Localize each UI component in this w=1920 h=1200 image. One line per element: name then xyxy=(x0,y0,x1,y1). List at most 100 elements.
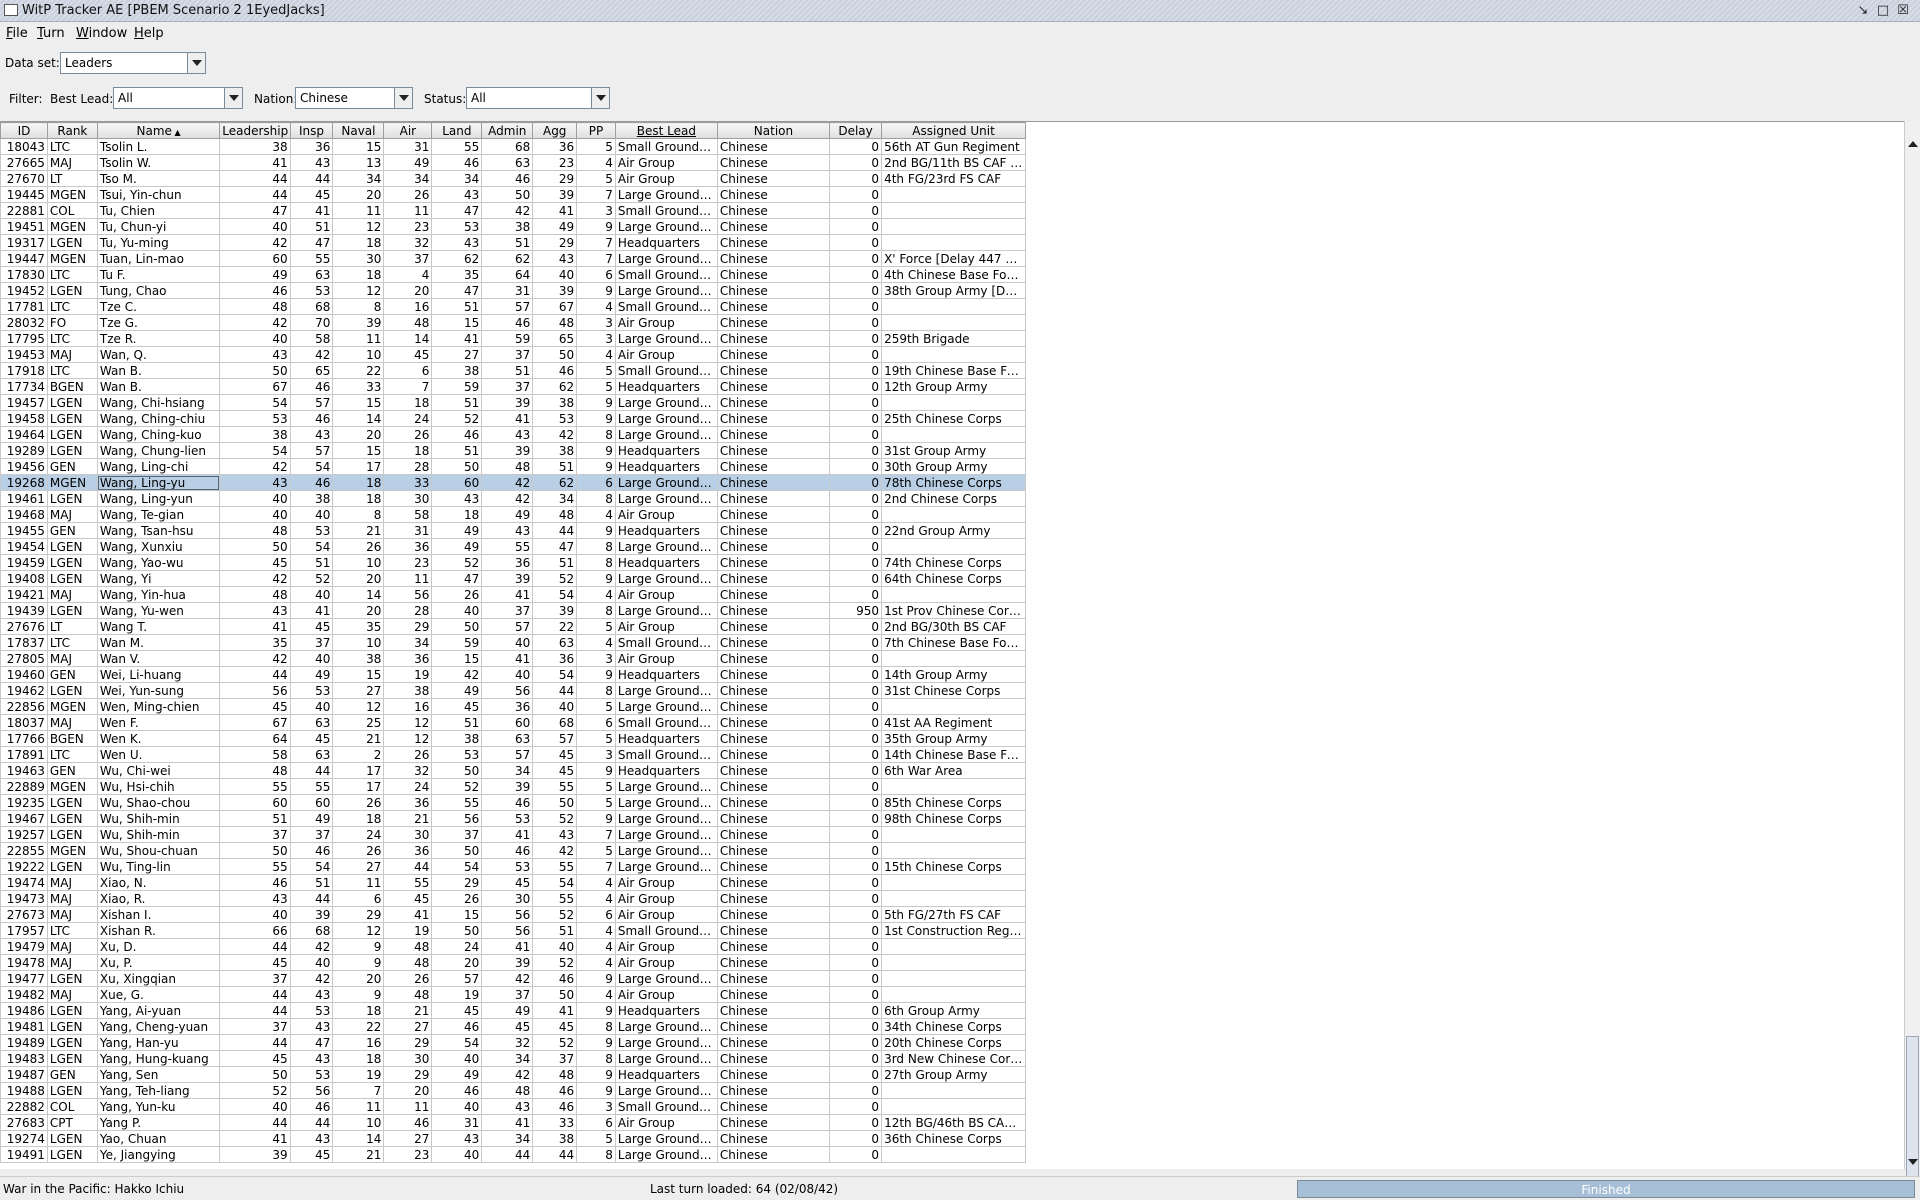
table-row[interactable]: 19268 MGEN Wang, Ling-yu 43 46 18 33 60 42 62 6 Lar… xyxy=(0,474,1026,491)
table-row[interactable]: 19222 LGEN Wu, Ting-lin 55 54 27 44 54 53 55 7 Larg… xyxy=(0,858,1026,875)
column-header-land[interactable]: Land xyxy=(431,122,483,139)
cell-name: Wang, Yin-hua xyxy=(96,586,221,603)
table-row[interactable]: 17918 LTC Wan B. 50 65 22 6 38 51 46 5 Small Ground… xyxy=(0,362,1026,379)
table-row[interactable]: 19468 MAJ Wang, Te-gian 40 40 8 58 18 49 48 4 Air G… xyxy=(0,506,1026,523)
table-row[interactable]: 22889 MGEN Wu, Hsi-chih 55 55 17 24 52 39 55 5 Larg… xyxy=(0,778,1026,795)
table-row[interactable]: 27670 LT Tso M. 44 44 34 34 34 46 29 5 Air Group Chi… xyxy=(0,170,1026,187)
table-row[interactable]: 17795 LTC Tze R. 40 58 11 14 41 59 65 3 Large Groun… xyxy=(0,330,1026,347)
table-row[interactable]: 19473 MAJ Xiao, R. 43 44 6 45 26 30 55 4 Air Group C… xyxy=(0,890,1026,907)
table-row[interactable]: 19452 LGEN Tung, Chao 46 53 12 20 47 31 39 9 Large … xyxy=(0,282,1026,299)
status-select[interactable]: All xyxy=(466,87,610,109)
table-row[interactable]: 19457 LGEN Wang, Chi-hsiang 54 57 15 18 51 39 38 9… xyxy=(0,394,1026,411)
menu-turn[interactable]: Turn xyxy=(37,26,65,41)
table-row[interactable]: 19289 LGEN Wang, Chung-lien 54 57 15 18 51 39 38 9… xyxy=(0,442,1026,459)
table-row[interactable]: 17837 LTC Wan M. 35 37 10 34 59 40 63 4 Small Groun… xyxy=(0,634,1026,651)
table-row[interactable]: 19460 GEN Wei, Li-huang 44 49 15 19 42 40 54 9 Head… xyxy=(0,666,1026,683)
chevron-down-icon[interactable] xyxy=(394,88,412,108)
menu-window[interactable]: Window xyxy=(76,26,127,41)
table-row[interactable]: 17781 LTC Tze C. 48 68 8 16 51 57 67 4 Small Ground… xyxy=(0,298,1026,315)
table-row[interactable]: 19478 MAJ Xu, P. 45 40 9 48 20 39 52 4 Air Group Chi… xyxy=(0,954,1026,971)
table-row[interactable]: 27673 MAJ Xishan I. 40 39 29 41 15 56 52 6 Air Grou… xyxy=(0,906,1026,923)
chevron-down-icon[interactable] xyxy=(591,88,609,108)
table-row[interactable]: 27676 LT Wang T. 41 45 35 29 50 57 22 5 Air Group Ch… xyxy=(0,618,1026,635)
scroll-down-icon[interactable] xyxy=(1908,1159,1918,1165)
table-row[interactable]: 19464 LGEN Wang, Ching-kuo 38 43 20 26 46 43 42 8 L… xyxy=(0,426,1026,443)
table-row[interactable]: 19462 LGEN Wei, Yun-sung 56 53 27 38 49 56 44 8 Lar… xyxy=(0,682,1026,699)
table-row[interactable]: 22856 MGEN Wen, Ming-chien 45 40 12 16 45 36 40 5 L… xyxy=(0,698,1026,715)
table-row[interactable]: 27805 MAJ Wan V. 42 40 38 36 15 41 36 3 Air Group Ch… xyxy=(0,650,1026,667)
table-row[interactable]: 19477 LGEN Xu, Xingqian 37 42 20 26 57 42 46 9 Larg… xyxy=(0,970,1026,987)
table-row[interactable]: 22881 COL Tu, Chien 47 41 11 11 47 42 41 3 Small Gr… xyxy=(0,202,1026,219)
column-header-assigned-unit[interactable]: Assigned Unit xyxy=(881,122,1026,139)
column-header-insp[interactable]: Insp xyxy=(289,122,334,139)
table-row[interactable]: 19488 LGEN Yang, Teh-liang 52 56 7 20 46 48 46 9 La… xyxy=(0,1082,1026,1099)
column-header-nation[interactable]: Nation xyxy=(716,122,831,139)
table-row[interactable]: 17957 LTC Xishan R. 66 68 12 19 50 56 51 4 Small Gr… xyxy=(0,922,1026,939)
column-header-pp[interactable]: PP xyxy=(576,122,616,139)
column-header-naval[interactable]: Naval xyxy=(332,122,385,139)
table-row[interactable]: 19445 MGEN Tsui, Yin-chun 44 45 20 26 43 50 39 7 La… xyxy=(0,186,1026,203)
table-row[interactable]: 18037 MAJ Wen F. 67 63 25 12 51 60 68 6 Small Groun… xyxy=(0,714,1026,731)
table-row[interactable]: 19486 LGEN Yang, Ai-yuan 44 53 18 21 45 49 41 9 Hea… xyxy=(0,1002,1026,1019)
table-row[interactable]: 28032 FO Tze G. 42 70 39 48 15 46 48 3 Air Group Chi… xyxy=(0,314,1026,331)
table-row[interactable]: 19454 LGEN Wang, Xunxiu 50 54 26 36 49 55 47 8 Larg… xyxy=(0,538,1026,555)
close-icon[interactable]: ☒ xyxy=(1894,2,1912,20)
table-row[interactable]: 19467 LGEN Wu, Shih-min 51 49 18 21 56 53 52 9 Larg… xyxy=(0,810,1026,827)
table-row[interactable]: 17830 LTC Tu F. 49 63 18 4 35 64 40 6 Small Ground … xyxy=(0,266,1026,283)
table-row[interactable]: 19463 GEN Wu, Chi-wei 48 44 17 32 50 34 45 9 Headqu… xyxy=(0,762,1026,779)
table-row[interactable]: 19421 MAJ Wang, Yin-hua 48 40 14 56 26 41 54 4 Air … xyxy=(0,586,1026,603)
column-header-admin[interactable]: Admin xyxy=(481,122,534,139)
table-row[interactable]: 19453 MAJ Wan, Q. 43 42 10 45 27 37 50 4 Air Group C… xyxy=(0,346,1026,363)
column-header-air[interactable]: Air xyxy=(383,122,433,139)
best-lead-select[interactable]: All xyxy=(113,87,243,109)
table-row[interactable]: 19491 LGEN Ye, Jiangying 39 45 21 23 40 44 44 8 Lar… xyxy=(0,1146,1026,1163)
table-row[interactable]: 19459 LGEN Wang, Yao-wu 45 51 10 23 52 36 51 8 Head… xyxy=(0,554,1026,571)
nation-select[interactable]: Chinese xyxy=(295,87,413,109)
table-row[interactable]: 19461 LGEN Wang, Ling-yun 40 38 18 30 43 42 34 8 La… xyxy=(0,490,1026,507)
table-row[interactable]: 19482 MAJ Xue, G. 44 43 9 48 19 37 50 4 Air Group Ch… xyxy=(0,986,1026,1003)
table-row[interactable]: 19479 MAJ Xu, D. 44 42 9 48 24 41 40 4 Air Group Chi… xyxy=(0,938,1026,955)
menu-help[interactable]: Help xyxy=(134,26,164,41)
table-row[interactable]: 19458 LGEN Wang, Ching-chiu 53 46 14 24 52 41 53 9… xyxy=(0,410,1026,427)
chevron-down-icon[interactable] xyxy=(187,53,205,73)
table-row[interactable]: 18043 LTC Tsolin L. 38 36 15 31 55 68 36 5 Small Gr… xyxy=(0,138,1026,155)
table-row[interactable]: 19257 LGEN Wu, Shih-min 37 37 24 30 37 41 43 7 Larg… xyxy=(0,826,1026,843)
table-row[interactable]: 19489 LGEN Yang, Han-yu 44 47 16 29 54 32 52 9 Larg… xyxy=(0,1034,1026,1051)
table-row[interactable]: 22882 COL Yang, Yun-ku 40 46 11 11 40 43 46 3 Small… xyxy=(0,1098,1026,1115)
scrollbar-thumb[interactable] xyxy=(1906,1036,1919,1179)
table-row[interactable]: 27683 CPT Yang P. 44 44 10 46 31 41 33 6 Air Group C… xyxy=(0,1114,1026,1131)
column-header-rank[interactable]: Rank xyxy=(46,122,98,139)
table-row[interactable]: 17766 BGEN Wen K. 64 45 21 12 38 63 57 5 Headquarte… xyxy=(0,730,1026,747)
column-header-delay[interactable]: Delay xyxy=(829,122,883,139)
table-row[interactable]: 19439 LGEN Wang, Yu-wen 43 41 20 28 40 37 39 8 Larg… xyxy=(0,602,1026,619)
table-row[interactable]: 17734 BGEN Wan B. 67 46 33 7 59 37 62 5 Headquarter… xyxy=(0,378,1026,395)
table-row[interactable]: 19235 LGEN Wu, Shao-chou 60 60 26 36 55 46 50 5 Lar… xyxy=(0,794,1026,811)
maximize-icon[interactable]: □ xyxy=(1874,2,1892,20)
table-row[interactable]: 27665 MAJ Tsolin W. 41 43 13 49 46 63 23 4 Air Grou… xyxy=(0,154,1026,171)
table-row[interactable]: 19487 GEN Yang, Sen 50 53 19 29 49 42 48 9 Headquar… xyxy=(0,1066,1026,1083)
column-header-leadership[interactable]: Leadership xyxy=(219,122,291,139)
column-header-agg[interactable]: Agg xyxy=(532,122,578,139)
table-row[interactable]: 19455 GEN Wang, Tsan-hsu 48 53 21 31 49 43 44 9 Hea… xyxy=(0,522,1026,539)
table-row[interactable]: 17891 LTC Wen U. 58 63 2 26 53 57 45 3 Small Ground… xyxy=(0,746,1026,763)
table-row[interactable]: 19447 MGEN Tuan, Lin-mao 60 55 30 37 62 62 43 7 Lar… xyxy=(0,250,1026,267)
table-row[interactable]: 19474 MAJ Xiao, N. 46 51 11 55 29 45 54 4 Air Group… xyxy=(0,874,1026,891)
cell-assigned-unit: 64th Chinese Corps xyxy=(881,570,1026,587)
column-header-best-lead[interactable]: Best Lead xyxy=(614,122,718,139)
table-row[interactable]: 19274 LGEN Yao, Chuan 41 43 14 27 43 34 38 5 Large … xyxy=(0,1130,1026,1147)
table-row[interactable]: 19481 LGEN Yang, Cheng-yuan 37 43 22 27 46 45 45 8… xyxy=(0,1018,1026,1035)
dataset-select[interactable]: Leaders xyxy=(60,52,206,74)
minimize-icon[interactable]: ↘ xyxy=(1854,2,1872,20)
table-row[interactable]: 19483 LGEN Yang, Hung-kuang 45 43 18 30 40 34 37 8… xyxy=(0,1050,1026,1067)
scroll-up-icon[interactable] xyxy=(1908,141,1918,147)
table-row[interactable]: 19317 LGEN Tu, Yu-ming 42 47 18 32 43 51 29 7 Headq… xyxy=(0,234,1026,251)
table-row[interactable]: 22855 MGEN Wu, Shou-chuan 50 46 26 36 50 46 42 5 La… xyxy=(0,842,1026,859)
menu-file[interactable]: File xyxy=(6,26,28,41)
table-row[interactable]: 19408 LGEN Wang, Yi 42 52 20 11 47 39 52 9 Large Gr… xyxy=(0,570,1026,587)
table-row[interactable]: 19451 MGEN Tu, Chun-yi 40 51 12 23 53 38 49 9 Large… xyxy=(0,218,1026,235)
table-row[interactable]: 19456 GEN Wang, Ling-chi 42 54 17 28 50 48 51 9 Hea… xyxy=(0,458,1026,475)
column-header-name[interactable]: Name ▲ xyxy=(96,122,221,139)
vertical-scrollbar[interactable] xyxy=(1904,121,1920,1179)
chevron-down-icon[interactable] xyxy=(224,88,242,108)
column-header-id[interactable]: ID xyxy=(0,122,48,139)
